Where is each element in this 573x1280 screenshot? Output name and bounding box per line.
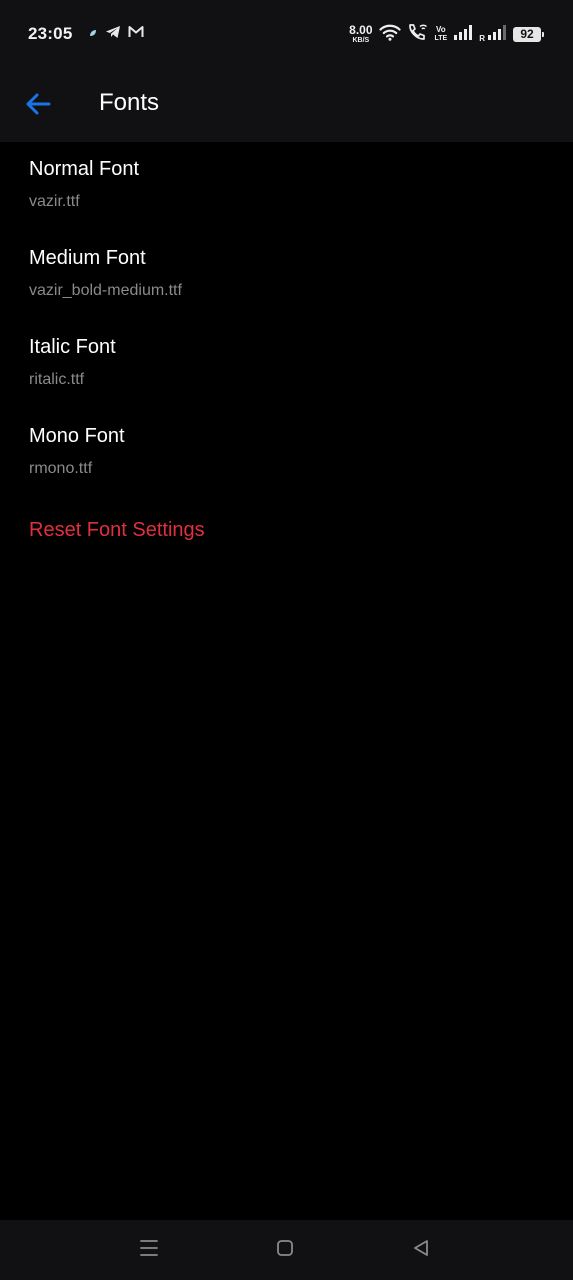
- telegram-icon: [105, 25, 121, 44]
- navigation-bar: [0, 1220, 573, 1280]
- arrow-left-icon: [25, 92, 51, 121]
- status-bar: 23:05 8.00 KB/S Vo LTE R 92: [0, 0, 573, 68]
- wifi-calling-icon: [407, 23, 429, 46]
- font-item-mono[interactable]: Mono Font rmono.ttf: [0, 409, 573, 498]
- font-settings-list: Normal Font vazir.ttf Medium Font vazir_…: [0, 142, 573, 541]
- back-button[interactable]: [18, 86, 58, 126]
- home-button[interactable]: [273, 1238, 297, 1262]
- notification-icons: [88, 25, 144, 43]
- font-item-file: ritalic.ttf: [29, 371, 85, 388]
- gmail-icon: [128, 25, 144, 43]
- network-speed-unit: KB/S: [352, 37, 370, 44]
- network-speed-value: 8.00: [349, 23, 373, 37]
- font-item-title: Italic Font: [29, 336, 116, 358]
- wifi-icon: [378, 23, 401, 46]
- notification-dot-icon: [88, 25, 98, 43]
- font-item-title: Mono Font: [29, 425, 125, 447]
- signal-icon: [453, 24, 473, 45]
- battery-indicator: 92: [513, 26, 544, 42]
- page-title: Fonts: [99, 89, 160, 116]
- font-item-normal[interactable]: Normal Font vazir.ttf: [0, 142, 573, 231]
- network-speed: 8.00 KB/S: [349, 24, 372, 44]
- recent-apps-button[interactable]: [137, 1238, 161, 1262]
- screen: 23:05 8.00 KB/S Vo LTE R 92 Fonts Normal…: [0, 0, 573, 1280]
- system-status-icons: 8.00 KB/S Vo LTE R 92: [349, 22, 544, 46]
- back-icon: [412, 1239, 430, 1262]
- font-item-medium[interactable]: Medium Font vazir_bold-medium.ttf: [0, 231, 573, 320]
- app-bar: Fonts: [0, 68, 573, 142]
- font-item-title: Medium Font: [29, 247, 146, 269]
- menu-icon: [139, 1239, 159, 1262]
- font-item-italic[interactable]: Italic Font ritalic.ttf: [0, 320, 573, 409]
- status-time: 23:05: [28, 24, 73, 43]
- volte-indicator: Vo LTE: [434, 25, 448, 43]
- system-back-button[interactable]: [409, 1238, 433, 1262]
- home-icon: [276, 1239, 294, 1262]
- font-item-file: rmono.ttf: [29, 460, 93, 477]
- font-item-title: Normal Font: [29, 158, 140, 180]
- signal-roaming-icon: [487, 24, 507, 45]
- font-item-file: vazir_bold-medium.ttf: [29, 282, 182, 299]
- reset-font-settings-button[interactable]: Reset Font Settings: [29, 519, 205, 542]
- volte-bottom-label: LTE: [434, 35, 448, 42]
- roaming-label: R: [479, 34, 485, 43]
- volte-top-label: Vo: [436, 25, 446, 34]
- font-item-file: vazir.ttf: [29, 193, 80, 210]
